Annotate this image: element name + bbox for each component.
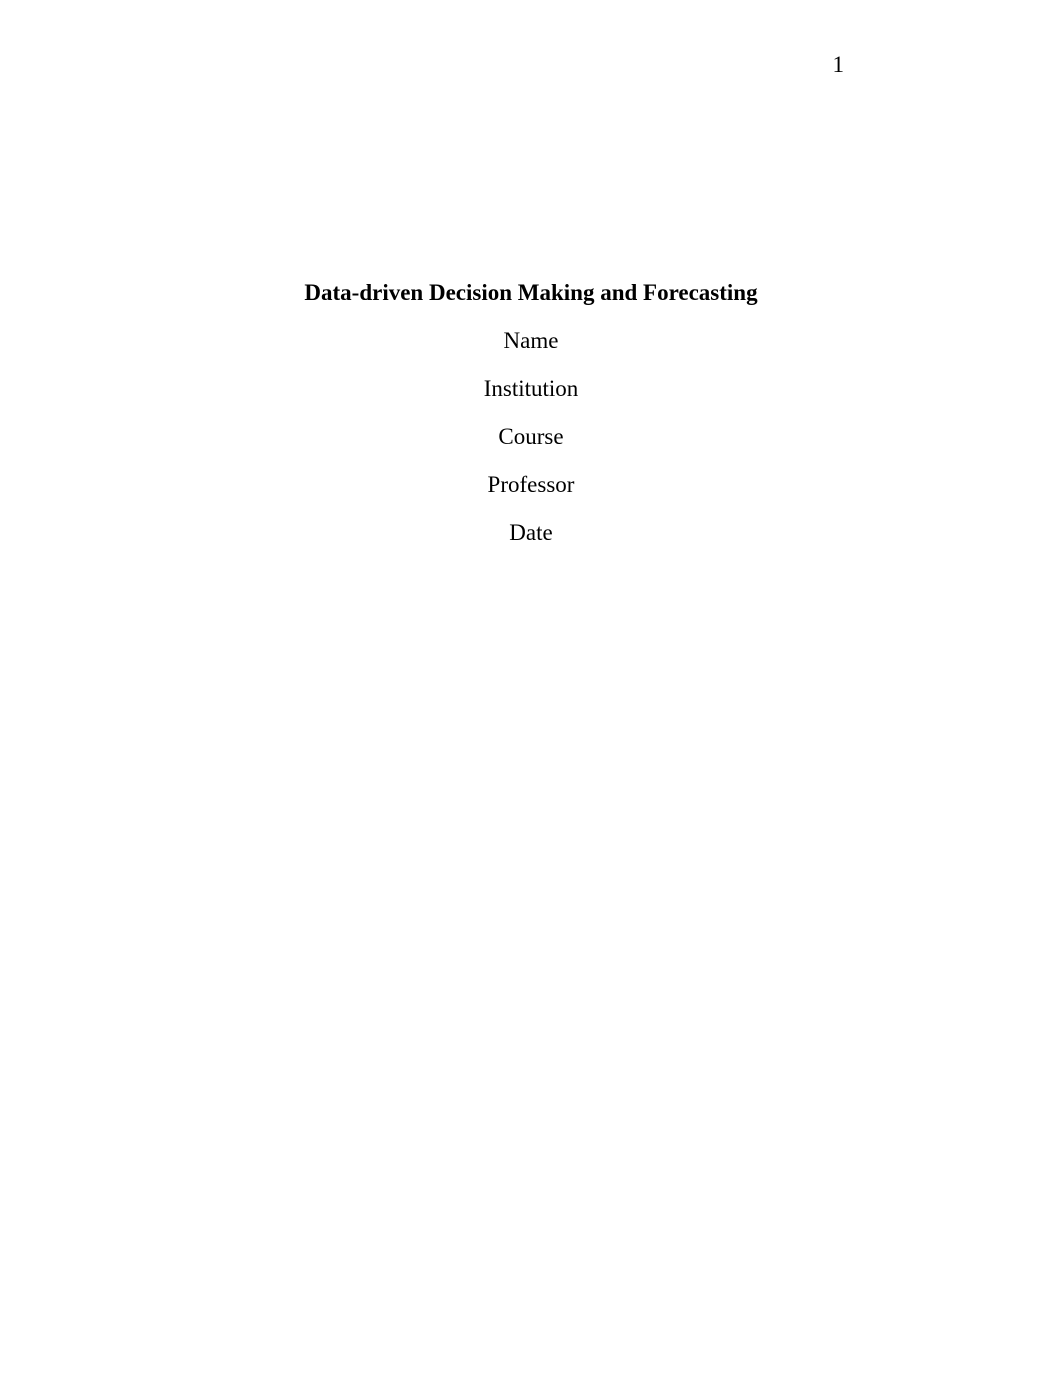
- name-field: Name: [0, 328, 1062, 354]
- document-title: Data-driven Decision Making and Forecast…: [0, 280, 1062, 306]
- course-field: Course: [0, 424, 1062, 450]
- title-page-content: Data-driven Decision Making and Forecast…: [0, 280, 1062, 568]
- professor-field: Professor: [0, 472, 1062, 498]
- date-field: Date: [0, 520, 1062, 546]
- page-number: 1: [833, 52, 845, 78]
- institution-field: Institution: [0, 376, 1062, 402]
